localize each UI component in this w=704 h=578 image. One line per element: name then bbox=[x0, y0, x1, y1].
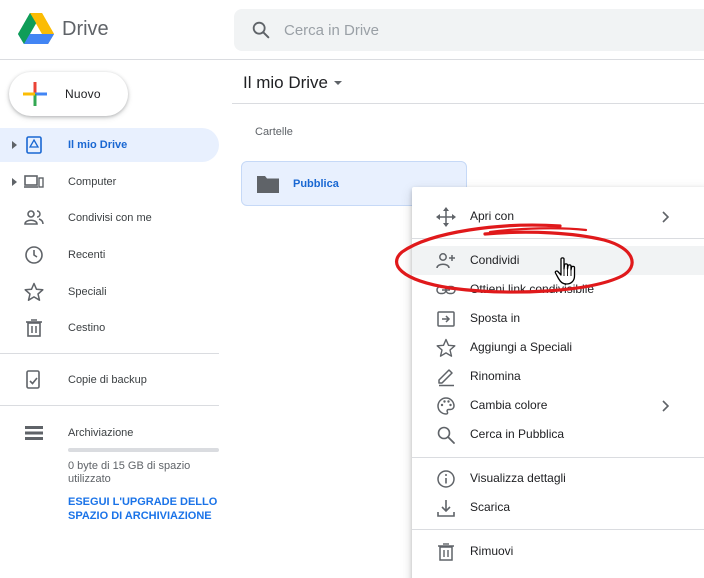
menu-item-label: Aggiungi a Speciali bbox=[470, 340, 573, 354]
search-input[interactable] bbox=[284, 9, 684, 51]
menu-item-label: Cambia colore bbox=[470, 398, 548, 412]
new-button-label: Nuovo bbox=[65, 87, 101, 101]
trash-icon bbox=[26, 319, 42, 337]
sidebar-item-label: Il mio Drive bbox=[68, 139, 128, 151]
info-icon bbox=[437, 470, 455, 488]
sidebar-item-trash[interactable]: Cestino bbox=[0, 311, 219, 345]
backup-device-icon bbox=[26, 370, 40, 389]
pencil-icon bbox=[438, 369, 454, 387]
star-outline-icon bbox=[436, 338, 456, 357]
menu-item-move-to[interactable]: Sposta in bbox=[412, 304, 704, 333]
sidebar-item-label: Archiviazione bbox=[68, 427, 134, 439]
chevron-right-icon bbox=[662, 400, 670, 412]
trash-icon bbox=[438, 543, 454, 561]
storage-progress-bar bbox=[68, 448, 219, 452]
menu-item-rename[interactable]: Rinomina bbox=[412, 362, 704, 391]
menu-divider bbox=[412, 457, 704, 458]
menu-item-label: Visualizza dettagli bbox=[470, 471, 566, 485]
palette-icon bbox=[437, 397, 455, 415]
sidebar-item-shared[interactable]: Condivisi con me bbox=[0, 201, 219, 235]
add-person-icon bbox=[436, 253, 455, 269]
drive-logo-icon[interactable] bbox=[18, 13, 54, 45]
context-menu: Apri con Condividi Ottieni link condivis… bbox=[412, 187, 704, 578]
star-icon bbox=[24, 282, 44, 301]
menu-divider bbox=[412, 529, 704, 530]
storage-usage-text: 0 byte di 15 GB di spazio utilizzato bbox=[68, 460, 191, 485]
main-divider bbox=[232, 103, 704, 104]
expand-arrow-icon[interactable] bbox=[12, 141, 17, 149]
sidebar-item-label: Speciali bbox=[68, 286, 107, 298]
folders-section-label: Cartelle bbox=[255, 126, 293, 138]
search-icon bbox=[437, 426, 455, 444]
app-title: Drive bbox=[62, 18, 109, 40]
sidebar-item-label: Computer bbox=[68, 176, 117, 188]
search-icon[interactable] bbox=[250, 19, 272, 41]
sidebar-item-storage[interactable]: Archiviazione bbox=[0, 416, 219, 450]
menu-item-label: Rimuovi bbox=[470, 544, 514, 558]
sidebar-item-label: Recenti bbox=[68, 249, 106, 261]
chevron-right-icon bbox=[662, 211, 670, 223]
menu-item-download[interactable]: Scarica bbox=[412, 493, 704, 522]
new-button[interactable]: Nuovo bbox=[9, 72, 128, 116]
sidebar-item-computer[interactable]: Computer bbox=[0, 165, 219, 199]
sidebar-item-label: Condivisi con me bbox=[68, 212, 152, 224]
page-title[interactable]: Il mio Drive bbox=[243, 73, 328, 93]
clock-icon bbox=[25, 246, 43, 264]
move-arrows-icon bbox=[436, 207, 456, 227]
caret-down-icon[interactable] bbox=[334, 81, 342, 85]
top-header: Drive bbox=[0, 0, 704, 60]
expand-arrow-icon[interactable] bbox=[12, 178, 17, 186]
plus-icon bbox=[23, 82, 47, 106]
sidebar-item-recent[interactable]: Recenti bbox=[0, 238, 219, 272]
download-icon bbox=[437, 500, 455, 517]
hand-cursor-icon bbox=[554, 257, 576, 285]
menu-item-label: Cerca in Pubblica bbox=[470, 427, 565, 441]
menu-item-label: Rinomina bbox=[470, 369, 521, 383]
folder-name: Pubblica bbox=[293, 178, 339, 190]
computer-icon bbox=[24, 175, 44, 188]
move-to-folder-icon bbox=[437, 311, 455, 327]
menu-item-change-color[interactable]: Cambia colore bbox=[412, 391, 704, 420]
menu-item-label: Apri con bbox=[470, 209, 515, 223]
sidebar-divider bbox=[0, 405, 219, 406]
my-drive-icon bbox=[26, 136, 42, 154]
sidebar-item-my-drive[interactable]: Il mio Drive bbox=[0, 128, 219, 162]
sidebar-item-label: Copie di backup bbox=[68, 374, 147, 386]
link-icon bbox=[436, 285, 456, 295]
sidebar-item-starred[interactable]: Speciali bbox=[0, 275, 219, 309]
sidebar-item-backups[interactable]: Copie di backup bbox=[0, 363, 219, 397]
menu-item-view-details[interactable]: Visualizza dettagli bbox=[412, 464, 704, 493]
storage-icon bbox=[25, 426, 43, 440]
menu-item-label: Condividi bbox=[470, 253, 520, 267]
menu-item-label: Scarica bbox=[470, 500, 511, 514]
shared-people-icon bbox=[24, 210, 44, 225]
sidebar-divider bbox=[0, 353, 219, 354]
menu-item-open-with[interactable]: Apri con bbox=[412, 202, 704, 231]
upgrade-storage-link[interactable]: ESEGUI L'UPGRADE DELLO SPAZIO DI ARCHIVI… bbox=[68, 495, 228, 523]
search-bar[interactable] bbox=[234, 9, 704, 51]
menu-item-label: Sposta in bbox=[470, 311, 521, 325]
sidebar-item-label: Cestino bbox=[68, 322, 106, 334]
menu-divider bbox=[412, 238, 704, 239]
menu-item-add-starred[interactable]: Aggiungi a Speciali bbox=[412, 333, 704, 362]
menu-item-search-in[interactable]: Cerca in Pubblica bbox=[412, 420, 704, 449]
folder-icon bbox=[257, 176, 279, 193]
menu-item-remove[interactable]: Rimuovi bbox=[412, 537, 704, 566]
